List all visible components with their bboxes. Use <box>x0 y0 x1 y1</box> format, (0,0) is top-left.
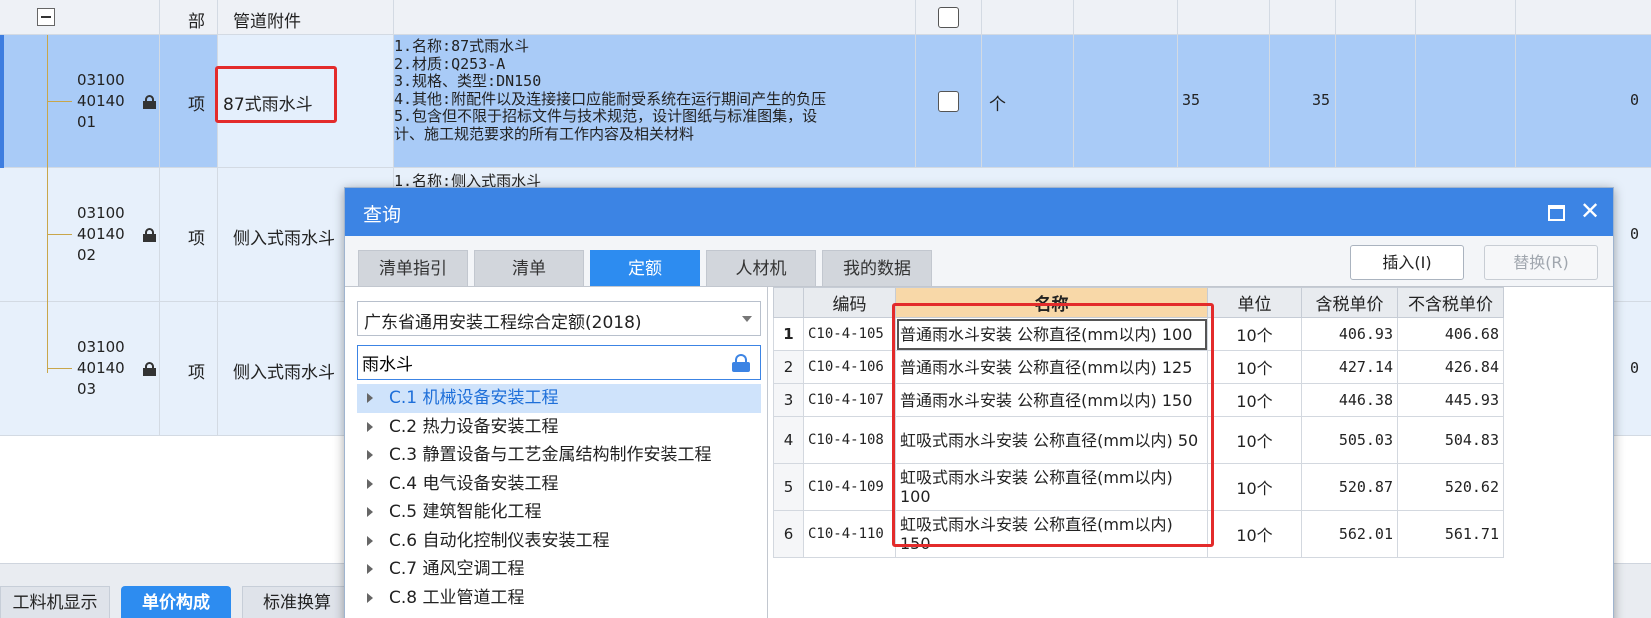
item-name[interactable]: 侧入式雨水斗 <box>233 358 335 383</box>
tab-labor-material[interactable]: 工料机显示 <box>0 586 110 618</box>
tree-branch <box>47 101 72 102</box>
caret-right-icon <box>367 592 373 603</box>
item-unit: 个 <box>989 95 1006 115</box>
tree-item[interactable]: C.1 机械设备安装工程 <box>357 384 761 413</box>
tab-standard-conversion[interactable]: 标准换算 <box>242 586 352 618</box>
tree-item[interactable]: C.2 热力设备安装工程 <box>357 413 761 442</box>
lock-icon <box>143 228 156 242</box>
tree-branch <box>47 234 72 235</box>
chevron-down-icon <box>742 316 752 322</box>
row-checkbox[interactable] <box>938 91 959 112</box>
item-type: 项 <box>188 363 205 383</box>
selection-indicator <box>0 35 4 168</box>
tab-list-guide[interactable]: 清单指引 <box>358 250 468 286</box>
caret-right-icon <box>367 507 373 517</box>
close-icon[interactable]: ✕ <box>1577 198 1603 224</box>
tab-unit-price[interactable]: 单价构成 <box>121 586 231 618</box>
query-dialog: 查询 ✕ 清单指引 清单 定额 人材机 我的数据 插入(I) 替换(R) 广东省… <box>344 187 1614 618</box>
tree-item[interactable]: C.7 通风空调工程 <box>357 555 761 584</box>
item-description: 1.名称:87式雨水斗 2.材质:Q253-A 3.规格、类型:DN150 4.… <box>394 37 827 143</box>
caret-right-icon <box>367 393 373 403</box>
dialog-titlebar[interactable]: 查询 ✕ <box>345 188 1613 236</box>
quota-results-panel: 编码 名称 单位 含税单价 不含税单价 1 C10-4-105 普通雨水斗安装 … <box>767 286 1613 618</box>
quota-db-select[interactable]: 广东省通用安装工程综合定额(2018) <box>357 301 761 336</box>
tab-list[interactable]: 清单 <box>474 250 584 286</box>
caret-right-icon <box>367 478 373 489</box>
section-type: 部 <box>188 12 205 32</box>
caret-right-icon <box>367 421 373 432</box>
tree-line <box>47 35 48 373</box>
tab-labor-material-machine[interactable]: 人材机 <box>706 250 816 286</box>
quota-tree-panel: 广东省通用安装工程综合定额(2018) C.1 机械设备安装工程 C.2 热力设… <box>345 286 767 618</box>
item-code: 03100 40140 01 <box>77 71 125 131</box>
insert-button[interactable]: 插入(I) <box>1350 245 1464 280</box>
tab-quota[interactable]: 定额 <box>590 250 700 286</box>
replace-button[interactable]: 替换(R) <box>1484 245 1598 280</box>
dialog-title: 查询 <box>363 204 402 226</box>
column-header[interactable]: 编码 <box>803 287 896 318</box>
caret-right-icon <box>367 564 373 574</box>
tree-item[interactable]: C.5 建筑智能化工程 <box>357 498 761 527</box>
search-field[interactable] <box>357 345 761 380</box>
lock-icon <box>143 362 156 376</box>
tab-my-data[interactable]: 我的数据 <box>822 250 932 286</box>
item-code: 03100 40140 02 <box>77 204 125 264</box>
highlight-box <box>215 66 337 123</box>
section-name: 管道附件 <box>233 12 301 32</box>
search-icon[interactable] <box>732 354 750 372</box>
item-quantity: 35 <box>1182 91 1201 109</box>
search-input[interactable] <box>362 350 722 375</box>
tree-item[interactable]: C.4 电气设备安装工程 <box>357 470 761 499</box>
tree-branch <box>47 368 72 369</box>
tree-item[interactable]: C.6 自动化控制仪表安装工程 <box>357 527 761 556</box>
lock-icon <box>143 95 156 109</box>
column-header[interactable]: 含税单价 <box>1301 287 1398 318</box>
item-total: 0 <box>1630 91 1640 109</box>
item-type: 项 <box>188 95 205 115</box>
tree-item[interactable]: C.3 静置设备与工艺金属结构制作安装工程 <box>357 441 761 470</box>
column-header <box>773 287 804 318</box>
highlight-box <box>892 303 1214 547</box>
item-quantity: 35 <box>1312 91 1331 109</box>
item-type: 项 <box>188 229 205 249</box>
caret-right-icon <box>367 450 373 460</box>
header-checkbox[interactable] <box>938 7 959 28</box>
column-header[interactable]: 不含税单价 <box>1397 287 1504 318</box>
item-name[interactable]: 侧入式雨水斗 <box>233 224 335 249</box>
item-total: 0 <box>1630 225 1640 243</box>
item-code: 03100 40140 03 <box>77 338 125 398</box>
column-header[interactable]: 单位 <box>1207 287 1302 318</box>
caret-right-icon <box>367 535 373 546</box>
tree-item[interactable]: C.8 工业管道工程 <box>357 584 761 613</box>
item-total: 0 <box>1630 359 1640 377</box>
collapse-toggle[interactable] <box>37 8 55 26</box>
maximize-icon[interactable] <box>1542 198 1568 224</box>
